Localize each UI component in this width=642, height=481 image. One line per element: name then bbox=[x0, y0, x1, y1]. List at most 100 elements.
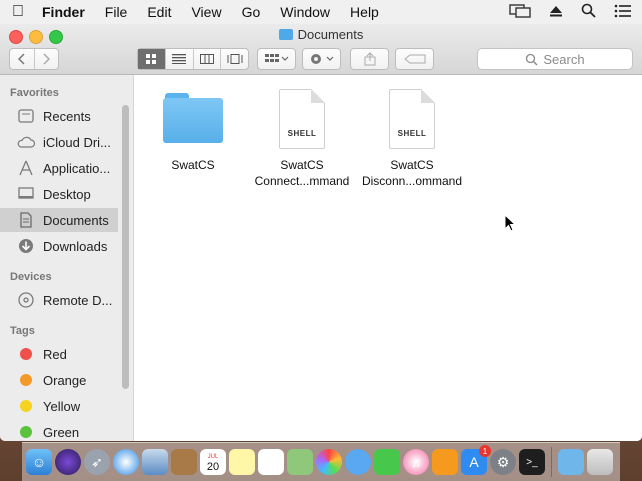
calendar-day: 20 bbox=[206, 461, 220, 473]
search-placeholder: Search bbox=[543, 51, 585, 67]
action-button[interactable] bbox=[302, 48, 341, 70]
view-mode-control bbox=[137, 48, 249, 70]
app-store-dock-icon[interactable]: A 1 bbox=[461, 445, 491, 475]
safari-dock-icon[interactable] bbox=[113, 449, 139, 475]
tag-icon bbox=[403, 54, 425, 64]
file-name-line1: SwatCS bbox=[390, 158, 434, 172]
tags-header: Tags bbox=[10, 325, 35, 337]
menu-finder[interactable]: Finder bbox=[42, 4, 85, 20]
sidebar-scrollbar[interactable] bbox=[122, 105, 129, 389]
system-preferences-dock-icon[interactable]: ⚙ bbox=[490, 449, 516, 475]
sidebar-item-desktop[interactable]: Desktop bbox=[0, 182, 118, 206]
sidebar-item-tag-red[interactable]: Red bbox=[0, 342, 118, 366]
documents-icon bbox=[17, 211, 35, 229]
trash-dock-icon[interactable] bbox=[587, 449, 613, 475]
icon-view-button[interactable] bbox=[138, 49, 166, 69]
terminal-dock-icon[interactable]: >_ bbox=[519, 449, 545, 475]
search-icon bbox=[526, 53, 538, 65]
file-name-line1: SwatCS bbox=[280, 158, 324, 172]
sidebar-item-tag-yellow[interactable]: Yellow bbox=[0, 394, 118, 418]
file-name-line2: Disconn...ommand bbox=[361, 174, 463, 188]
file-name: SwatCS bbox=[171, 158, 215, 172]
calendar-dock-icon[interactable]: JUL 20 bbox=[200, 449, 226, 475]
downloads-stack-dock-icon[interactable] bbox=[558, 449, 584, 475]
list-view-button[interactable] bbox=[166, 49, 194, 69]
sidebar-item-label: Downloads bbox=[43, 238, 108, 254]
menu-help[interactable]: Help bbox=[350, 4, 379, 20]
chevron-left-icon bbox=[17, 53, 25, 65]
file-name-line2: Connect...mmand bbox=[254, 174, 350, 188]
dock-separator bbox=[551, 447, 552, 477]
dock: ☺ ➶ JUL 20 ♫ A 1 ⚙ >_ bbox=[22, 442, 620, 481]
sidebar-item-label: Remote D... bbox=[43, 292, 113, 308]
tags-button[interactable] bbox=[395, 48, 434, 70]
status-area bbox=[509, 0, 632, 24]
menu-window[interactable]: Window bbox=[280, 4, 330, 20]
sidebar-item-recents[interactable]: Recents bbox=[0, 104, 118, 128]
notes-dock-icon[interactable] bbox=[229, 449, 255, 475]
siri-dock-icon[interactable] bbox=[55, 449, 81, 475]
file-item-shell-connect[interactable]: SHELL SwatCS Connect...mmand bbox=[247, 89, 357, 189]
file-item-folder[interactable]: SwatCS bbox=[138, 93, 248, 173]
favorites-header: Favorites bbox=[10, 87, 59, 99]
shell-tag-label: SHELL bbox=[397, 129, 427, 138]
sidebar-item-downloads[interactable]: Downloads bbox=[0, 234, 118, 258]
app-store-badge: 1 bbox=[479, 445, 491, 457]
folder-icon bbox=[163, 93, 223, 143]
documents-folder-icon bbox=[278, 29, 293, 40]
column-view-button[interactable] bbox=[194, 49, 222, 69]
search-field[interactable]: Search bbox=[477, 48, 633, 70]
sidebar-item-label: Desktop bbox=[43, 186, 91, 202]
messages-dock-icon[interactable] bbox=[345, 449, 371, 475]
ibooks-dock-icon[interactable] bbox=[432, 449, 458, 475]
file-browser: SwatCS SHELL SwatCS Connect...mmand SHEL… bbox=[134, 75, 642, 441]
orange-tag-dot-icon bbox=[17, 371, 35, 389]
menu-view[interactable]: View bbox=[191, 4, 221, 20]
menu-file[interactable]: File bbox=[105, 4, 128, 20]
cloud-icon bbox=[17, 133, 35, 151]
mail-dock-icon[interactable] bbox=[142, 449, 168, 475]
sidebar-item-label: iCloud Dri... bbox=[43, 134, 111, 150]
sidebar-item-documents[interactable]: Documents bbox=[0, 208, 118, 232]
sidebar-item-label: Red bbox=[43, 346, 67, 362]
menu-bar:  Finder File Edit View Go Window Help bbox=[0, 0, 642, 25]
back-button[interactable] bbox=[10, 49, 35, 69]
sidebar-item-label: Green bbox=[43, 424, 80, 440]
sidebar-item-remote-disc[interactable]: Remote D... bbox=[0, 288, 118, 312]
itunes-dock-icon[interactable]: ♫ bbox=[403, 449, 429, 475]
sidebar-item-tag-green[interactable]: Green bbox=[0, 420, 118, 441]
forward-button[interactable] bbox=[35, 49, 59, 69]
notification-center-icon[interactable] bbox=[614, 4, 632, 21]
reminders-dock-icon[interactable] bbox=[258, 449, 284, 475]
chevron-right-icon bbox=[43, 53, 51, 65]
display-mirroring-icon[interactable] bbox=[509, 3, 531, 21]
sidebar-item-applications[interactable]: Applicatio... bbox=[0, 156, 118, 180]
maps-dock-icon[interactable] bbox=[287, 449, 313, 475]
toolbar: Documents Search bbox=[0, 24, 642, 75]
download-icon bbox=[17, 237, 35, 255]
sidebar-item-tag-orange[interactable]: Orange bbox=[0, 368, 118, 392]
applications-icon bbox=[17, 159, 35, 177]
share-button[interactable] bbox=[350, 48, 389, 70]
sidebar-item-label: Documents bbox=[43, 212, 109, 228]
sidebar-item-label: Applicatio... bbox=[43, 160, 111, 176]
file-item-shell-disconnect[interactable]: SHELL SwatCS Disconn...ommand bbox=[357, 89, 467, 189]
eject-icon[interactable] bbox=[549, 4, 563, 21]
list-icon bbox=[172, 54, 187, 64]
finder-dock-icon[interactable]: ☺ bbox=[26, 449, 52, 475]
sidebar-item-label: Orange bbox=[43, 372, 87, 388]
gallery-view-button[interactable] bbox=[221, 49, 248, 69]
photos-dock-icon[interactable] bbox=[316, 449, 342, 475]
sidebar: Favorites Recents iCloud Dri... Applicat… bbox=[0, 75, 134, 441]
menu-go[interactable]: Go bbox=[242, 4, 261, 20]
spotlight-search-icon[interactable] bbox=[581, 3, 596, 21]
sidebar-item-label: Yellow bbox=[43, 398, 81, 414]
apple-menu-icon[interactable]:  bbox=[0, 3, 36, 21]
arrange-button[interactable] bbox=[257, 48, 296, 70]
sidebar-item-icloud-drive[interactable]: iCloud Dri... bbox=[0, 130, 118, 154]
sidebar-item-label: Recents bbox=[43, 108, 91, 124]
facetime-dock-icon[interactable] bbox=[374, 449, 400, 475]
menu-edit[interactable]: Edit bbox=[147, 4, 171, 20]
launchpad-dock-icon[interactable]: ➶ bbox=[84, 449, 110, 475]
contacts-dock-icon[interactable] bbox=[171, 449, 197, 475]
